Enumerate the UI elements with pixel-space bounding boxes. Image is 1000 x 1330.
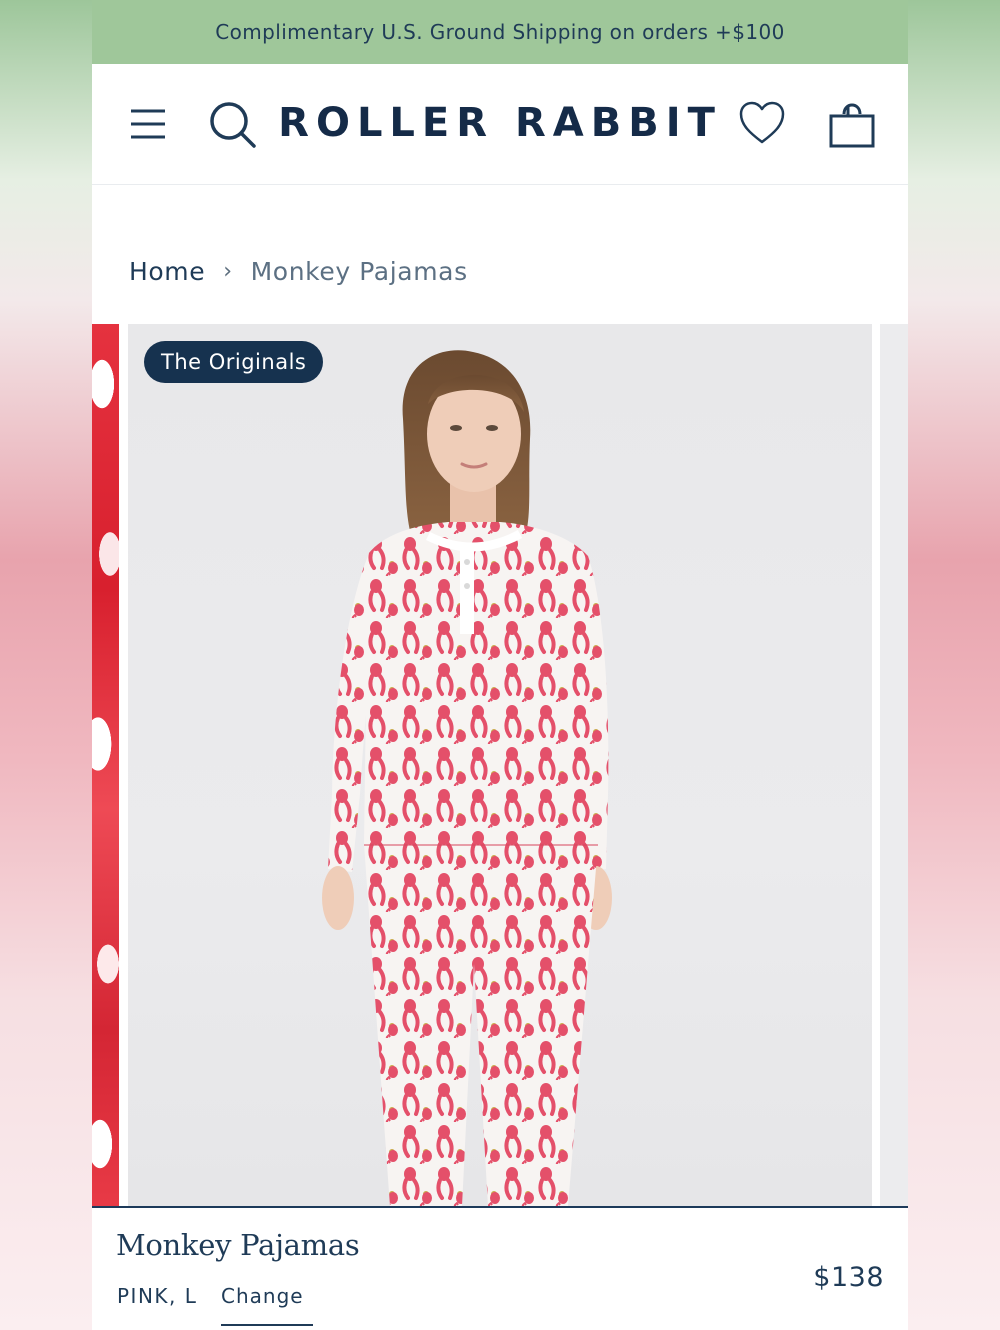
promo-text: Complimentary U.S. Ground Shipping on or… [215,20,785,44]
previous-product-image[interactable] [92,324,119,1206]
product-title: Monkey Pajamas [116,1228,360,1262]
promo-banner[interactable]: Complimentary U.S. Ground Shipping on or… [92,0,908,64]
sticky-product-bar: Monkey Pajamas PINK, L Change $138 [92,1208,908,1330]
brand-logo-text: ROLLER RABBIT [278,100,722,146]
breadcrumb-separator: › [223,258,233,284]
breadcrumb-home-link[interactable]: Home [129,257,205,286]
main-product-image[interactable]: The Originals [128,324,872,1206]
change-variant-link[interactable]: Change [221,1284,304,1308]
product-image-gallery[interactable]: The Originals [92,324,908,1206]
change-link-underline [221,1324,313,1326]
brand-logo[interactable]: ROLLER RABBIT [278,98,715,148]
heart-icon[interactable] [738,100,786,146]
selected-variant: PINK, L [117,1284,198,1308]
model-in-pajamas-photo [322,350,612,1206]
breadcrumb: Home › Monkey Pajamas [129,254,468,288]
product-price: $138 [813,1262,884,1293]
search-icon[interactable] [208,100,258,150]
shopping-bag-icon[interactable] [828,98,876,150]
site-header: ROLLER RABBIT [92,64,908,185]
menu-icon[interactable] [130,108,166,140]
next-product-image[interactable] [880,324,908,1206]
collection-badge: The Originals [144,341,324,383]
collection-badge-text: The Originals [161,350,307,374]
breadcrumb-current: Monkey Pajamas [250,256,468,286]
phone-screen: Complimentary U.S. Ground Shipping on or… [92,0,908,1330]
